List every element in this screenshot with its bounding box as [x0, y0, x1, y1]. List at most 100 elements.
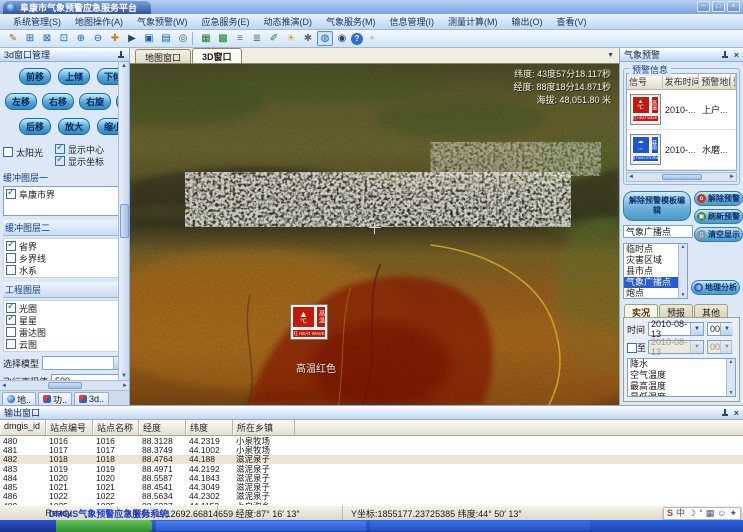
column-header[interactable]: 发布时间 — [663, 74, 700, 89]
warning-row[interactable]: ▲℃ 高温 红 HEAT WAVE 2010-... 上户... — [627, 90, 736, 130]
view-control-button[interactable]: 右移 — [42, 93, 74, 110]
scrollbar-thumb[interactable] — [48, 382, 82, 389]
full-extent-icon[interactable]: ▣ — [141, 31, 157, 46]
menu-item[interactable]: 信息管理(I) — [383, 14, 442, 29]
print-icon[interactable]: ≡ — [232, 31, 248, 46]
tab-map-layers[interactable]: 地.. — [2, 392, 36, 405]
to-checkbox[interactable] — [627, 343, 637, 353]
table-row[interactable]: 486 1022 1022 88.5634 44.2302 滋泥泉子 — [0, 492, 743, 501]
export-map-icon[interactable]: ▦ — [198, 31, 214, 46]
to-date-select[interactable]: 2010-08-13▼ — [648, 340, 704, 354]
column-header[interactable]: 信号 — [627, 74, 663, 89]
soft-keyboard-icon[interactable]: ▦ — [706, 508, 715, 519]
user-ime-icon[interactable]: ☺ — [717, 508, 726, 519]
globe-3d-icon[interactable]: ◍ — [317, 31, 333, 46]
minimize-button[interactable]: ─ — [697, 1, 710, 12]
layer-checkbox[interactable]: 雷达图 — [6, 326, 124, 338]
sunlight-checkbox[interactable]: 太阳光 — [3, 146, 55, 158]
restore-button[interactable]: □ — [712, 1, 725, 12]
list-vscrollbar[interactable]: ▲▼ — [726, 359, 735, 396]
flight-elevation-input[interactable]: 500 — [51, 374, 127, 380]
warning-table-hscrollbar[interactable]: ◄ ► — [626, 172, 737, 182]
column-header[interactable]: 站点名称 — [93, 420, 139, 435]
taskbar-button[interactable] — [370, 521, 590, 531]
zoom-in-icon[interactable]: ⊕ — [73, 31, 89, 46]
list-item[interactable]: 最低温度 — [628, 392, 726, 397]
tab-map-window[interactable]: 地图窗口 — [135, 49, 191, 63]
table-row[interactable]: 483 1019 1019 88.4971 44.2192 滋泥泉子 — [0, 464, 743, 473]
chevron-down-icon[interactable]: ▼ — [690, 323, 703, 335]
menu-item[interactable]: 地图操作(A) — [68, 14, 130, 29]
view-control-button[interactable]: 前移 — [19, 68, 51, 85]
list-item[interactable]: 最高温度 — [628, 381, 726, 392]
punctuation-icon[interactable]: ° — [699, 508, 703, 519]
pin-icon[interactable] — [117, 50, 125, 59]
geo-analysis-button[interactable]: ◍地理分析 — [691, 280, 740, 295]
snapshot-icon[interactable]: ▩ — [215, 31, 231, 46]
help-icon[interactable]: ? — [351, 33, 363, 45]
refresh-window-icon[interactable]: ▤ — [158, 31, 174, 46]
layer-checkbox[interactable]: 省界 — [6, 240, 124, 252]
lang-chinese-icon[interactable]: 中 — [676, 508, 685, 519]
identify-icon[interactable]: ◎ — [175, 31, 191, 46]
list-item[interactable]: 炮点 — [624, 288, 678, 299]
hour-select[interactable]: 00▼ — [707, 322, 732, 336]
list-item[interactable]: 气象广播点 — [624, 277, 678, 288]
measure-icon[interactable]: ✎ — [5, 31, 21, 46]
pin-icon[interactable] — [721, 408, 729, 417]
zoom-out-icon[interactable]: ⊖ — [90, 31, 106, 46]
list-item[interactable]: 降水 — [628, 359, 726, 370]
tab-other[interactable]: 其他 — [694, 304, 728, 317]
dismiss-warning-button[interactable]: o解除预警 — [694, 191, 743, 206]
scrollbar-thumb[interactable] — [662, 174, 702, 180]
left-panel-vscrollbar[interactable]: ▲ ▼ — [118, 62, 129, 380]
column-header[interactable]: 预 — [731, 74, 736, 89]
tab-forecast[interactable]: 预报 — [659, 304, 693, 317]
to-hour-select[interactable]: 00▼ — [707, 340, 732, 354]
taskbar-button[interactable] — [156, 521, 366, 531]
menu-item[interactable]: 系统管理(S) — [6, 14, 68, 29]
select-arrow-icon[interactable]: ▶ — [124, 31, 140, 46]
date-select[interactable]: 2010-08-13▼ — [648, 322, 704, 336]
draw-icon[interactable]: ✐ — [266, 31, 282, 46]
table-row[interactable]: 482 1018 1018 88.4764 44.188 滋泥泉子 — [0, 455, 743, 464]
scroll-up-icon[interactable]: ▲ — [729, 359, 734, 365]
warning-row[interactable]: ☁,,, 暴雨 蓝 RAIN STORM 2010-... 水磨... — [627, 130, 736, 170]
close-icon[interactable]: × — [734, 51, 739, 59]
close-icon[interactable]: × — [734, 409, 739, 417]
column-header[interactable]: dmgis_id — [0, 420, 46, 435]
sogou-ime-icon[interactable]: S — [667, 508, 673, 519]
menu-item[interactable]: 输出(O) — [505, 14, 550, 29]
close-button[interactable]: × — [727, 1, 740, 12]
list-vscrollbar[interactable]: ▲▼ — [678, 244, 687, 298]
menu-item[interactable]: 气象服务(M) — [319, 14, 383, 29]
scrollbar-thumb[interactable] — [120, 204, 129, 238]
column-header[interactable]: 站点编号 — [46, 420, 93, 435]
scroll-right-icon[interactable]: ► — [122, 383, 128, 389]
layer-checkbox[interactable]: 乡界线 — [6, 252, 124, 264]
eye-icon[interactable]: ◉ — [334, 31, 350, 46]
scroll-left-icon[interactable]: ◄ — [1, 383, 7, 389]
view-control-button[interactable]: 右旋 — [79, 93, 111, 110]
view-control-button[interactable]: 左移 — [5, 93, 37, 110]
taskbar-button[interactable] — [56, 520, 152, 532]
refresh-warning-button[interactable]: ▣刷新预警 — [694, 209, 743, 224]
menu-item[interactable]: 应急服务(E) — [195, 14, 257, 29]
taskbar-start-area[interactable] — [0, 520, 56, 532]
scroll-up-icon[interactable]: ▲ — [121, 63, 127, 69]
chevron-down-icon[interactable]: ▼ — [720, 323, 733, 335]
scroll-down-icon[interactable]: ▼ — [121, 373, 127, 379]
view-control-button[interactable]: 后移 — [19, 118, 51, 135]
layer-checkbox[interactable]: 星星 — [6, 314, 124, 326]
layer-checkbox[interactable]: 水系 — [6, 264, 124, 276]
pan-icon[interactable]: ✚ — [107, 31, 123, 46]
print-preview-icon[interactable]: ≣ — [249, 31, 265, 46]
column-header[interactable]: 预警地区 — [699, 74, 731, 89]
list-item[interactable]: 临时点 — [624, 244, 678, 255]
toolbar-separator[interactable] — [192, 32, 197, 45]
list-item[interactable]: 县市点 — [624, 266, 678, 277]
layer-checkbox[interactable]: 阜康市界 — [6, 188, 124, 200]
ime-tools-icon[interactable]: ✦ — [729, 508, 737, 519]
dismiss-warning-template-button[interactable]: 解除预警模板编辑 — [623, 191, 691, 221]
menu-item[interactable]: 气象预警(W) — [130, 14, 195, 29]
